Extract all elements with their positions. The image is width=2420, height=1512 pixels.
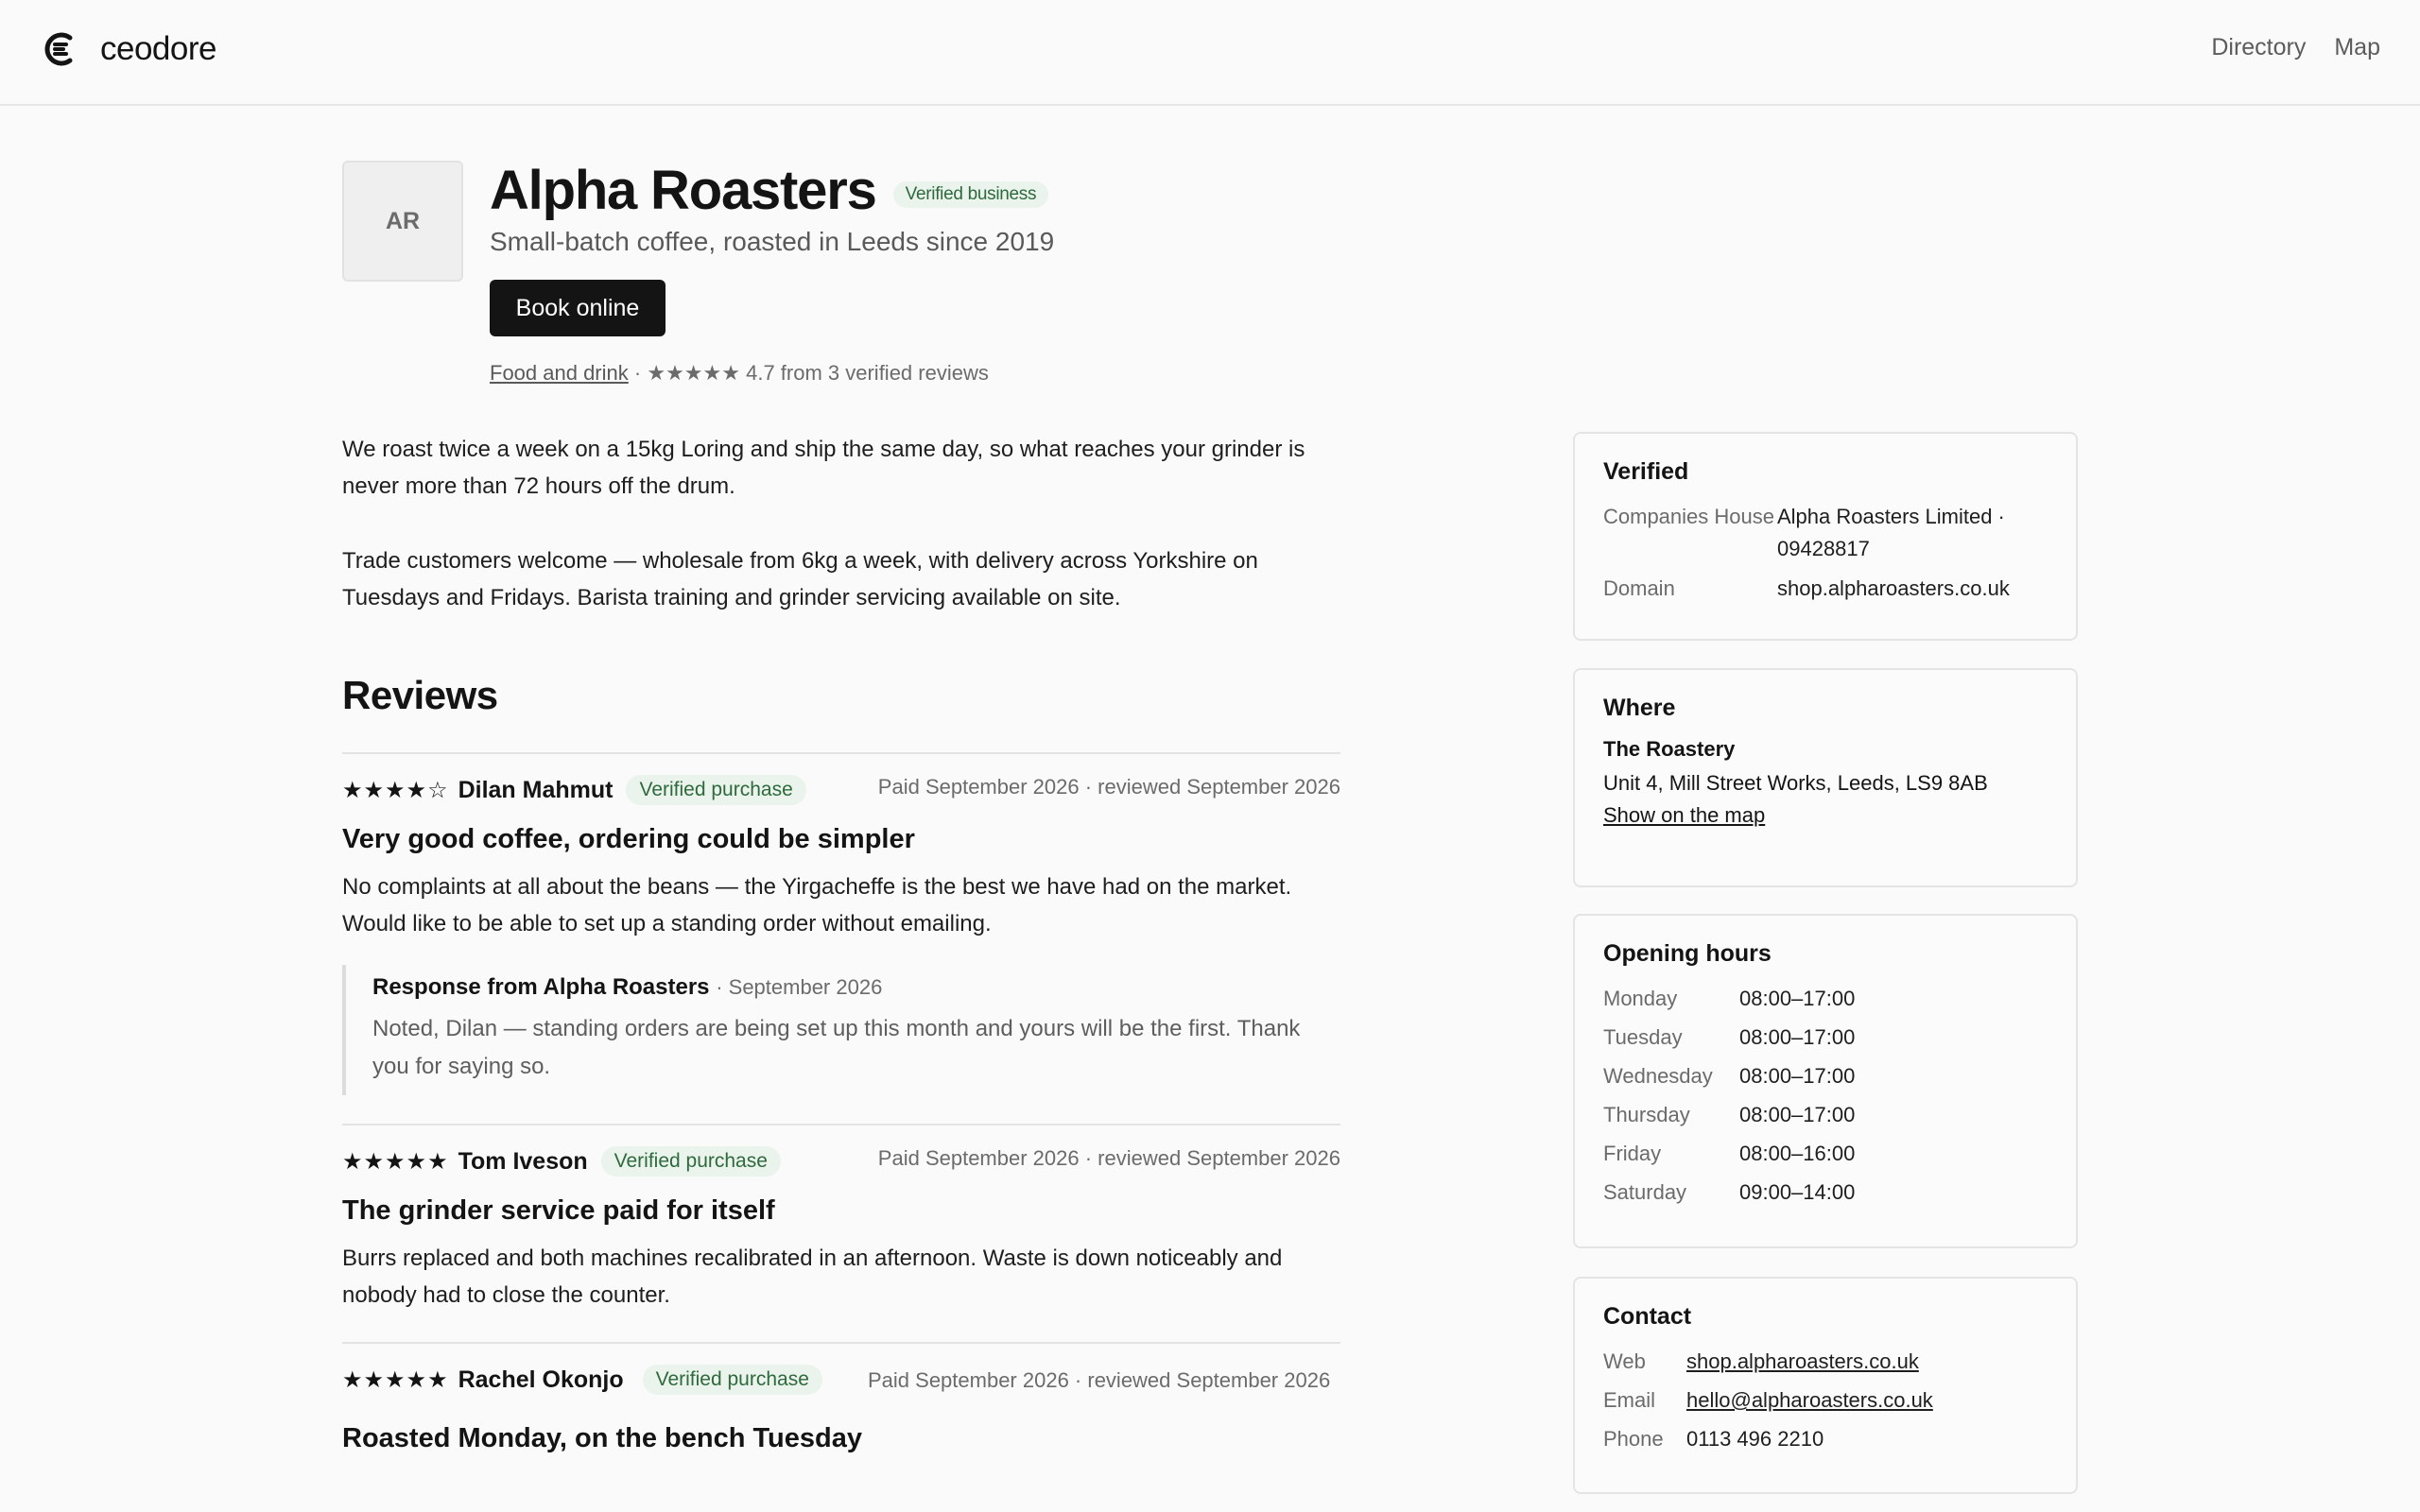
review-stars: ★★★★☆ [342,777,449,803]
hours-time: 08:00–17:00 [1739,1025,1856,1049]
verified-purchase-badge: Verified purchase [642,1365,822,1395]
category-link[interactable]: Food and drink [490,361,629,385]
phone-value: 0113 496 2210 [1686,1427,1824,1451]
contact-details: Web shop.alpharoasters.co.uk Email hello… [1603,1346,2048,1455]
brand-name: ceodore [100,30,216,67]
review-stars: ★★★★★ [342,1148,449,1175]
review-header: ★★★★★ Rachel Okonjo Verified purchase Pa… [342,1365,1340,1397]
review-author-group: ★★★★☆ Dilan Mahmut Verified purchase [342,775,806,805]
review-body: Burrs replaced and both machines recalib… [342,1246,1283,1308]
where-card: Where The Roastery Unit 4, Mill Street W… [1573,668,2078,887]
verified-purchase-badge: Verified purchase [600,1146,781,1177]
review-author-group: ★★★★★ Tom Iveson Verified purchase [342,1146,781,1177]
description-paragraph: Trade customers welcome — wholesale from… [342,548,1258,610]
verified-details: Companies House Alpha Roasters Limited ·… [1603,501,2048,605]
review-item: ★★★★★ Rachel Okonjo Verified purchase Pa… [342,1342,1340,1496]
description-paragraph: We roast twice a week on a 15kg Loring a… [342,437,1305,499]
review-date: Paid September 2026 · reviewed September… [868,1368,1331,1392]
business-description: We roast twice a week on a 15kg Loring a… [342,431,1344,654]
brand-link[interactable]: ceodore [42,30,216,68]
email-link[interactable]: hello@alpharoasters.co.uk [1686,1384,2048,1417]
hours-day: Tuesday [1603,1025,1683,1049]
review-header: ★★★★★ Tom Iveson Verified purchase Paid … [342,1146,1340,1177]
business-logo: AR [342,161,463,282]
response-body: Noted, Dilan — standing orders are being… [372,1016,1301,1079]
review-author-group: ★★★★★ Rachel Okonjo Verified purchase [342,1365,853,1395]
business-title-row: Alpha Roasters Verified business [490,157,1049,225]
review-author: Rachel Okonjo [458,1366,624,1393]
review-date: Paid September 2026 · reviewed September… [877,775,1340,799]
review-stars: ★★★★★ [342,1366,449,1393]
companies-house-label: Companies House [1603,505,1774,528]
email-label: Email [1603,1388,1656,1412]
hours-day: Thursday [1603,1103,1690,1126]
meta-separator: · [633,361,648,385]
domain-value: shop.alpharoasters.co.uk [1777,576,2010,600]
review-author: Dilan Mahmut [458,776,614,803]
nav-directory-link[interactable]: Directory [2211,34,2306,61]
review-item: ★★★★★ Tom Iveson Verified purchase Paid … [342,1124,1340,1342]
review-item: ★★★★☆ Dilan Mahmut Verified purchase Pai… [342,752,1340,1124]
phone-label: Phone [1603,1427,1664,1451]
top-bar: ceodore Directory Map [0,0,2420,106]
review-date: Paid September 2026 · reviewed September… [877,1146,1340,1170]
web-label: Web [1603,1349,1646,1373]
top-nav: Directory Map [2211,34,2380,61]
opening-hours-list: Monday 08:00–17:00 Tuesday 08:00–17:00 W… [1603,983,2048,1209]
business-tagline: Small-batch coffee, roasted in Leeds sin… [490,227,1055,256]
business-name: Alpha Roasters [490,160,877,221]
verified-card: Verified Companies House Alpha Roasters … [1573,432,2078,641]
hours-day: Wednesday [1603,1064,1713,1088]
response-date: · September 2026 [716,975,883,999]
nav-map-link[interactable]: Map [2334,34,2380,61]
location-address: Unit 4, Mill Street Works, Leeds, LS9 8A… [1603,771,1988,795]
contact-card-title: Contact [1603,1303,1692,1330]
hours-time: 08:00–17:00 [1739,1103,1856,1126]
hours-day: Saturday [1603,1180,1687,1204]
opening-hours-title: Opening hours [1603,940,1772,967]
review-title: The grinder service paid for itself [342,1195,775,1226]
review-header: ★★★★☆ Dilan Mahmut Verified purchase Pai… [342,775,1340,805]
review-author: Tom Iveson [458,1147,588,1175]
hours-day: Monday [1603,987,1678,1010]
review-body: No complaints at all about the beans — t… [342,874,1292,936]
review-title: Very good coffee, ordering could be simp… [342,824,915,854]
website-link[interactable]: shop.alpharoasters.co.uk [1686,1346,2048,1378]
hours-time: 09:00–14:00 [1739,1180,1856,1204]
contact-card: Contact Web shop.alpharoasters.co.uk Ema… [1573,1277,2078,1494]
owner-response: Response from Alpha Roasters · September… [342,965,1340,1095]
rating-stars: ★★★★★ [647,361,740,385]
rating-summary: 4.7 from 3 verified reviews [746,361,989,385]
location-name: The Roastery [1603,737,1736,761]
verified-card-title: Verified [1603,458,1689,485]
companies-house-value: Alpha Roasters Limited · 09428817 [1777,505,2005,560]
where-card-title: Where [1603,695,1676,721]
verified-business-badge: Verified business [892,181,1049,208]
opening-hours-card: Opening hours Monday 08:00–17:00 Tuesday… [1573,914,2078,1248]
review-title: Roasted Monday, on the bench Tuesday [342,1423,862,1453]
response-header: Response from Alpha Roasters · September… [372,974,1340,1001]
hours-time: 08:00–17:00 [1739,987,1856,1010]
hours-day: Friday [1603,1142,1662,1165]
response-author: Response from Alpha Roasters [372,974,710,1000]
hours-time: 08:00–17:00 [1739,1064,1856,1088]
ceodore-logo-icon [44,32,73,66]
reviews-list: ★★★★☆ Dilan Mahmut Verified purchase Pai… [342,752,1340,1496]
verified-purchase-badge: Verified purchase [626,775,806,805]
reviews-heading: Reviews [342,673,498,717]
book-online-button[interactable]: Book online [490,280,666,336]
show-on-map-link[interactable]: Show on the map [1603,803,1765,827]
business-meta: Food and drink · ★★★★★ 4.7 from 3 verifi… [490,361,989,386]
hours-time: 08:00–16:00 [1739,1142,1856,1165]
domain-label: Domain [1603,576,1675,600]
